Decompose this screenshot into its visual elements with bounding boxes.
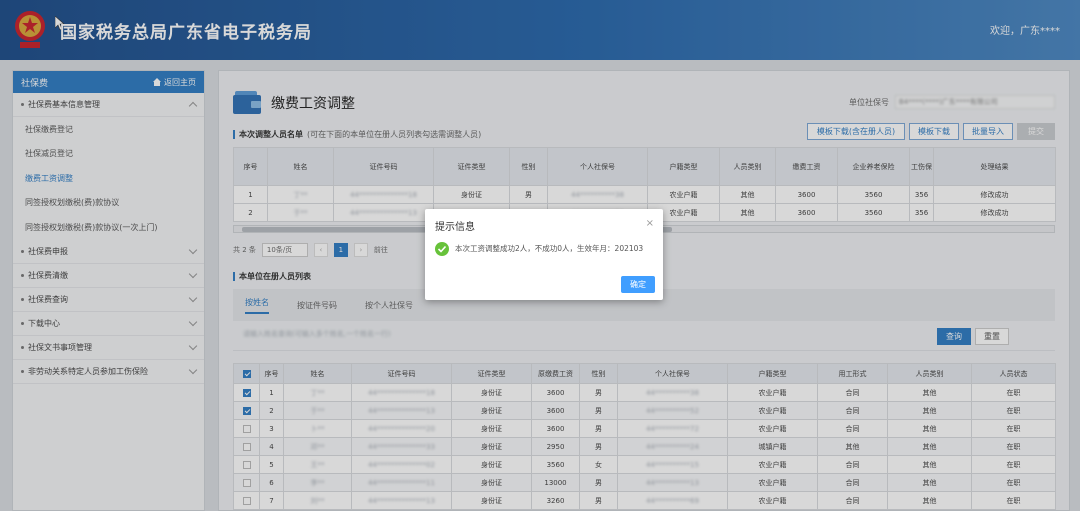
info-dialog: 提示信息 × 本次工资调整成功2人，不成功0人，生效年月：202103 确定 (425, 209, 663, 300)
confirm-button[interactable]: 确定 (621, 276, 655, 293)
close-icon[interactable]: × (646, 218, 654, 229)
dialog-message: 本次工资调整成功2人，不成功0人，生效年月：202103 (455, 244, 644, 253)
dialog-title: 提示信息 (435, 222, 475, 233)
success-check-icon (435, 242, 449, 256)
